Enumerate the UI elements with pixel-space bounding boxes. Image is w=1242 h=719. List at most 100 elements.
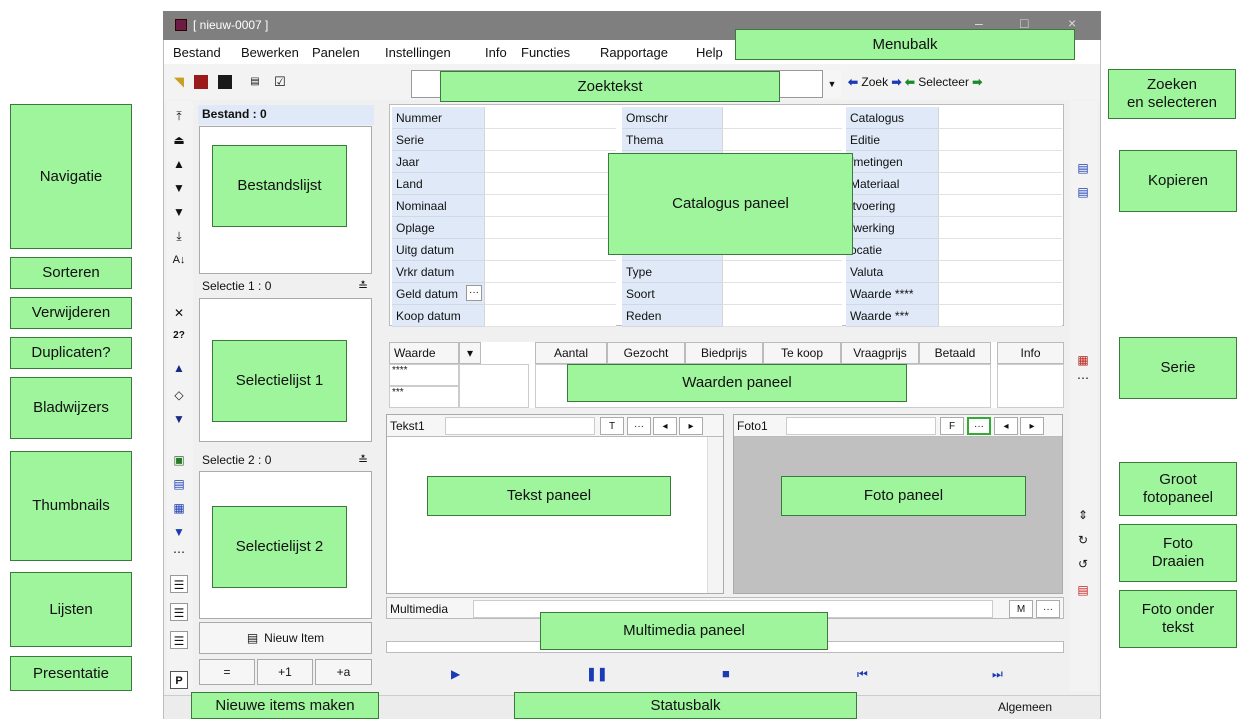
selectie2-collapse-icon[interactable]: ≛ bbox=[358, 453, 368, 467]
thumbnail-pin-icon[interactable]: ▼ bbox=[170, 523, 188, 541]
delete-icon[interactable]: ✕ bbox=[170, 304, 188, 322]
catalogus-field-value[interactable] bbox=[938, 129, 1062, 151]
catalogus-field-value[interactable] bbox=[484, 195, 616, 217]
catalogus-field-value[interactable] bbox=[484, 129, 616, 151]
selectie1-collapse-icon[interactable]: ≛ bbox=[358, 279, 368, 293]
catalogus-field-value[interactable] bbox=[938, 239, 1062, 261]
arrow-left-green-icon[interactable]: ⬅ bbox=[905, 75, 915, 89]
first-record-icon[interactable]: ⤒ bbox=[170, 107, 188, 125]
arrow-left-icon[interactable]: ⬅ bbox=[848, 75, 858, 89]
plus-a-button[interactable]: +a bbox=[315, 659, 372, 685]
catalogus-field-value[interactable] bbox=[938, 283, 1062, 305]
menu-bestand[interactable]: Bestand bbox=[173, 45, 221, 60]
tekst-next-button[interactable]: ▸ bbox=[679, 417, 703, 435]
foto-more-button[interactable]: ··· bbox=[967, 417, 991, 435]
foto-prev-button[interactable]: ◂ bbox=[994, 417, 1018, 435]
list-s2-icon[interactable]: ☰ bbox=[170, 631, 188, 649]
menu-bewerken[interactable]: Bewerken bbox=[241, 45, 299, 60]
series-more-icon[interactable]: ⋯ bbox=[1074, 369, 1092, 387]
catalogus-field-value[interactable] bbox=[484, 283, 616, 305]
save-icon[interactable] bbox=[218, 75, 232, 89]
new-item-button[interactable]: ▤ Nieuw Item bbox=[199, 622, 372, 654]
thumbnail-list-icon[interactable]: ▦ bbox=[170, 499, 188, 517]
catalogus-field-value[interactable] bbox=[484, 239, 616, 261]
multimedia-m-button[interactable]: M bbox=[1009, 600, 1033, 618]
play-icon[interactable]: ▶ bbox=[451, 667, 460, 681]
thumbnail-add-icon[interactable]: ▤ bbox=[170, 475, 188, 493]
menu-panelen[interactable]: Panelen bbox=[312, 45, 360, 60]
catalogus-field-value[interactable] bbox=[938, 261, 1062, 283]
geld-datum-more-button[interactable]: ··· bbox=[466, 285, 482, 301]
tekst-font-button[interactable]: T bbox=[600, 417, 624, 435]
sort-icon[interactable]: A↓ bbox=[170, 251, 188, 269]
checkbox-icon[interactable]: ☑ bbox=[273, 75, 287, 89]
list-l-icon[interactable]: ☰ bbox=[170, 575, 188, 593]
catalogus-field-value[interactable] bbox=[484, 173, 616, 195]
menu-help[interactable]: Help bbox=[696, 45, 723, 60]
page-up-icon[interactable]: ⏏ bbox=[170, 131, 188, 149]
bookmark-goto-icon[interactable]: ▼ bbox=[170, 410, 188, 428]
pause-icon[interactable]: ❚❚ bbox=[586, 666, 608, 682]
paste-icon[interactable]: ▤ bbox=[1074, 183, 1092, 201]
skip-back-icon[interactable]: ⏮ bbox=[857, 667, 868, 682]
selecteer-label[interactable]: Selecteer bbox=[918, 75, 969, 89]
catalogus-field-value[interactable] bbox=[484, 217, 616, 239]
catalogus-field-value[interactable] bbox=[484, 151, 616, 173]
book-icon[interactable] bbox=[194, 75, 208, 89]
menu-info[interactable]: Info bbox=[485, 45, 507, 60]
tekst-scrollbar[interactable] bbox=[707, 437, 723, 593]
stop-icon[interactable]: ■ bbox=[722, 666, 730, 681]
more-icon[interactable]: ⋯ bbox=[170, 543, 188, 561]
series-icon[interactable]: ▦ bbox=[1074, 351, 1092, 369]
thumbnail-icon[interactable]: ▣ bbox=[170, 451, 188, 469]
equal-button[interactable]: = bbox=[199, 659, 255, 685]
catalogus-field-value[interactable] bbox=[938, 173, 1062, 195]
list-s1-icon[interactable]: ☰ bbox=[170, 603, 188, 621]
copy-layout-icon[interactable]: ▤ bbox=[248, 75, 262, 89]
arrow-right-icon[interactable]: ➡ bbox=[891, 75, 901, 89]
values-cell[interactable] bbox=[997, 364, 1064, 408]
bookmark-clear-icon[interactable]: ◇ bbox=[170, 386, 188, 404]
values-cell[interactable] bbox=[459, 364, 529, 408]
arrow-right-green-icon[interactable]: ➡ bbox=[972, 75, 982, 89]
duplicates-icon[interactable]: 2? bbox=[170, 327, 188, 345]
copy-icon[interactable]: ▤ bbox=[1074, 159, 1092, 177]
tekst-more-button[interactable]: ··· bbox=[627, 417, 651, 435]
catalogus-field-value[interactable] bbox=[722, 283, 842, 305]
rotate-ccw-icon[interactable]: ↺ bbox=[1074, 555, 1092, 573]
plus-one-button[interactable]: +1 bbox=[257, 659, 313, 685]
multimedia-more-button[interactable]: ··· bbox=[1036, 600, 1060, 618]
foto-font-button[interactable]: F bbox=[940, 417, 964, 435]
catalogus-field-value[interactable] bbox=[722, 261, 842, 283]
menu-instellingen[interactable]: Instellingen bbox=[385, 45, 451, 60]
catalogus-field-value[interactable] bbox=[484, 107, 616, 129]
skip-forward-icon[interactable]: ⏭ bbox=[992, 667, 1003, 682]
catalogus-field-value[interactable] bbox=[722, 129, 842, 151]
page-down-icon[interactable]: ▼ bbox=[170, 203, 188, 221]
catalogus-field-value[interactable] bbox=[722, 107, 842, 129]
up-icon[interactable]: ▲ bbox=[170, 155, 188, 173]
catalogus-field-value[interactable] bbox=[938, 217, 1062, 239]
tekst-title-field[interactable] bbox=[445, 417, 595, 435]
foto-next-button[interactable]: ▸ bbox=[1020, 417, 1044, 435]
down-icon[interactable]: ▼ bbox=[170, 179, 188, 197]
open-folder-icon[interactable]: ◥ bbox=[172, 75, 186, 89]
catalogus-field-value[interactable] bbox=[484, 261, 616, 283]
catalogus-field-value[interactable] bbox=[938, 107, 1062, 129]
last-record-icon[interactable]: ⤓ bbox=[170, 227, 188, 245]
catalogus-field-value[interactable] bbox=[722, 305, 842, 327]
bookmark-icon[interactable]: ▲ bbox=[170, 359, 188, 377]
catalogus-field-value[interactable] bbox=[938, 151, 1062, 173]
chevron-down-icon[interactable]: ▼ bbox=[822, 70, 841, 98]
rotate-cw-icon[interactable]: ↻ bbox=[1074, 531, 1092, 549]
photo-under-text-icon[interactable]: ▤ bbox=[1074, 581, 1092, 599]
catalogus-field-value[interactable] bbox=[938, 305, 1062, 327]
catalogus-field-value[interactable] bbox=[938, 195, 1062, 217]
catalogus-field-value[interactable] bbox=[484, 305, 616, 327]
waarde-dropdown-icon[interactable]: ▾ bbox=[459, 342, 481, 364]
foto-title-field[interactable] bbox=[786, 417, 936, 435]
zoek-label[interactable]: Zoek bbox=[861, 75, 888, 89]
resize-photo-icon[interactable]: ⇕ bbox=[1074, 506, 1092, 524]
tekst-prev-button[interactable]: ◂ bbox=[653, 417, 677, 435]
presentation-button[interactable]: P bbox=[170, 671, 188, 689]
